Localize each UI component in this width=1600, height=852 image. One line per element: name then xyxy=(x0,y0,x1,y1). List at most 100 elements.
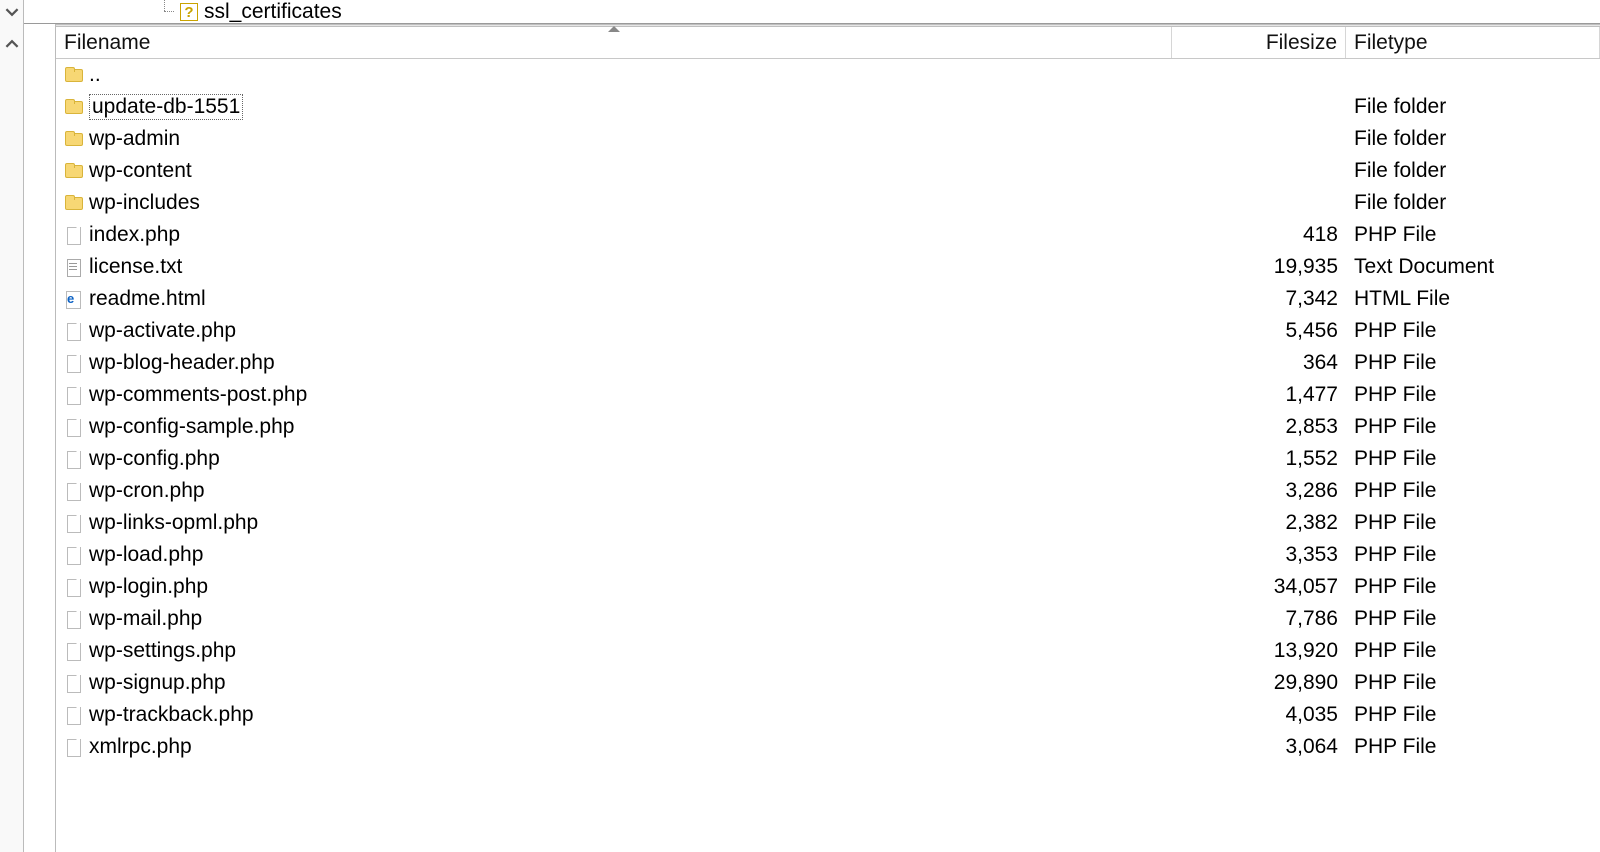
file-type: File folder xyxy=(1346,95,1600,119)
folder-icon xyxy=(64,194,82,212)
file-row[interactable]: wp-config.php 1,552PHP File xyxy=(56,443,1600,475)
file-type: PHP File xyxy=(1346,607,1600,631)
column-header-filesize-label: Filesize xyxy=(1266,31,1337,55)
file-type: PHP File xyxy=(1346,447,1600,471)
file-size: 1,477 xyxy=(1172,383,1346,407)
file-icon xyxy=(64,642,82,660)
file-size: 7,786 xyxy=(1172,607,1346,631)
file-type: PHP File xyxy=(1346,735,1600,759)
chevron-up-icon[interactable] xyxy=(0,32,24,56)
column-header-filesize[interactable]: Filesize xyxy=(1172,27,1346,58)
file-type: PHP File xyxy=(1346,511,1600,535)
file-size: 2,382 xyxy=(1172,511,1346,535)
file-name: wp-load.php xyxy=(89,543,203,567)
file-size: 1,552 xyxy=(1172,447,1346,471)
file-icon xyxy=(64,546,82,564)
file-name: wp-config.php xyxy=(89,447,220,471)
chevron-down-icon[interactable] xyxy=(0,0,24,24)
file-name: wp-config-sample.php xyxy=(89,415,294,439)
column-header-filename-label: Filename xyxy=(64,31,150,55)
file-name: wp-comments-post.php xyxy=(89,383,307,407)
file-row[interactable]: wp-trackback.php 4,035PHP File xyxy=(56,699,1600,731)
file-icon xyxy=(64,386,82,404)
parent-directory-row[interactable]: .. xyxy=(56,59,1600,91)
file-type: PHP File xyxy=(1346,671,1600,695)
file-row[interactable]: wp-settings.php13,920PHP File xyxy=(56,635,1600,667)
file-name: wp-mail.php xyxy=(89,607,202,631)
file-name: index.php xyxy=(89,223,180,247)
html-icon xyxy=(64,290,82,308)
file-icon xyxy=(64,514,82,532)
file-row[interactable]: wp-activate.php5,456PHP File xyxy=(56,315,1600,347)
file-icon xyxy=(64,610,82,628)
file-row[interactable]: license.txt 19,935Text Document xyxy=(56,251,1600,283)
file-rows: .. update-db-1551File folderwp-adminFile… xyxy=(56,59,1600,763)
sort-ascending-icon xyxy=(608,26,620,32)
file-name: xmlrpc.php xyxy=(89,735,192,759)
file-icon xyxy=(64,706,82,724)
file-row[interactable]: index.php418PHP File xyxy=(56,219,1600,251)
file-type: PHP File xyxy=(1346,703,1600,727)
file-row[interactable]: wp-comments-post.php 1,477PHP File xyxy=(56,379,1600,411)
folder-row[interactable]: wp-contentFile folder xyxy=(56,155,1600,187)
folder-icon xyxy=(64,66,82,84)
file-name: wp-includes xyxy=(89,191,200,215)
file-name: wp-trackback.php xyxy=(89,703,254,727)
folder-icon xyxy=(64,162,82,180)
file-row[interactable]: wp-cron.php3,286PHP File xyxy=(56,475,1600,507)
column-header-filetype[interactable]: Filetype xyxy=(1346,27,1600,58)
file-row[interactable]: wp-login.php34,057PHP File xyxy=(56,571,1600,603)
text-icon xyxy=(64,258,82,276)
file-type: File folder xyxy=(1346,191,1600,215)
folder-row[interactable]: update-db-1551 File folder xyxy=(56,91,1600,123)
file-icon xyxy=(64,450,82,468)
file-row[interactable]: wp-blog-header.php364PHP File xyxy=(56,347,1600,379)
file-name: update-db-1551 xyxy=(89,94,243,120)
file-size: 3,286 xyxy=(1172,479,1346,503)
file-size: 2,853 xyxy=(1172,415,1346,439)
file-size: 3,353 xyxy=(1172,543,1346,567)
file-size: 4,035 xyxy=(1172,703,1346,727)
file-name: wp-blog-header.php xyxy=(89,351,275,375)
file-row[interactable]: wp-config-sample.php 2,853PHP File xyxy=(56,411,1600,443)
left-gutter xyxy=(0,0,24,852)
tree-panel: ? ssl_certificates xyxy=(24,0,1600,24)
file-type: PHP File xyxy=(1346,415,1600,439)
file-row[interactable]: xmlrpc.php 3,064PHP File xyxy=(56,731,1600,763)
file-name: .. xyxy=(89,63,101,87)
file-type: PHP File xyxy=(1346,639,1600,663)
folder-row[interactable]: wp-adminFile folder xyxy=(56,123,1600,155)
file-size: 19,935 xyxy=(1172,255,1346,279)
column-header-filename[interactable]: Filename xyxy=(56,27,1172,58)
file-type: HTML File xyxy=(1346,287,1600,311)
tree-node[interactable]: ? ssl_certificates xyxy=(158,0,342,24)
tree-connector-icon xyxy=(158,3,174,21)
file-name: license.txt xyxy=(89,255,182,279)
file-row[interactable]: wp-links-opml.php2,382PHP File xyxy=(56,507,1600,539)
file-size: 3,064 xyxy=(1172,735,1346,759)
file-row[interactable]: wp-signup.php29,890PHP File xyxy=(56,667,1600,699)
file-size: 13,920 xyxy=(1172,639,1346,663)
file-list-panel: Filename Filesize Filetype .. update-db- xyxy=(56,27,1600,852)
file-size: 29,890 xyxy=(1172,671,1346,695)
file-icon xyxy=(64,738,82,756)
file-row[interactable]: readme.html7,342HTML File xyxy=(56,283,1600,315)
folder-icon xyxy=(64,98,82,116)
folder-icon xyxy=(64,130,82,148)
file-type: File folder xyxy=(1346,127,1600,151)
folder-row[interactable]: wp-includes File folder xyxy=(56,187,1600,219)
file-name: readme.html xyxy=(89,287,206,311)
panel-gutter xyxy=(24,24,56,852)
file-size: 364 xyxy=(1172,351,1346,375)
file-name: wp-cron.php xyxy=(89,479,205,503)
file-type: PHP File xyxy=(1346,319,1600,343)
file-row[interactable]: wp-load.php 3,353PHP File xyxy=(56,539,1600,571)
file-type: PHP File xyxy=(1346,383,1600,407)
file-type: File folder xyxy=(1346,159,1600,183)
file-type: PHP File xyxy=(1346,543,1600,567)
file-size: 418 xyxy=(1172,223,1346,247)
file-row[interactable]: wp-mail.php 7,786PHP File xyxy=(56,603,1600,635)
file-type: Text Document xyxy=(1346,255,1600,279)
file-size: 34,057 xyxy=(1172,575,1346,599)
file-name: wp-activate.php xyxy=(89,319,236,343)
